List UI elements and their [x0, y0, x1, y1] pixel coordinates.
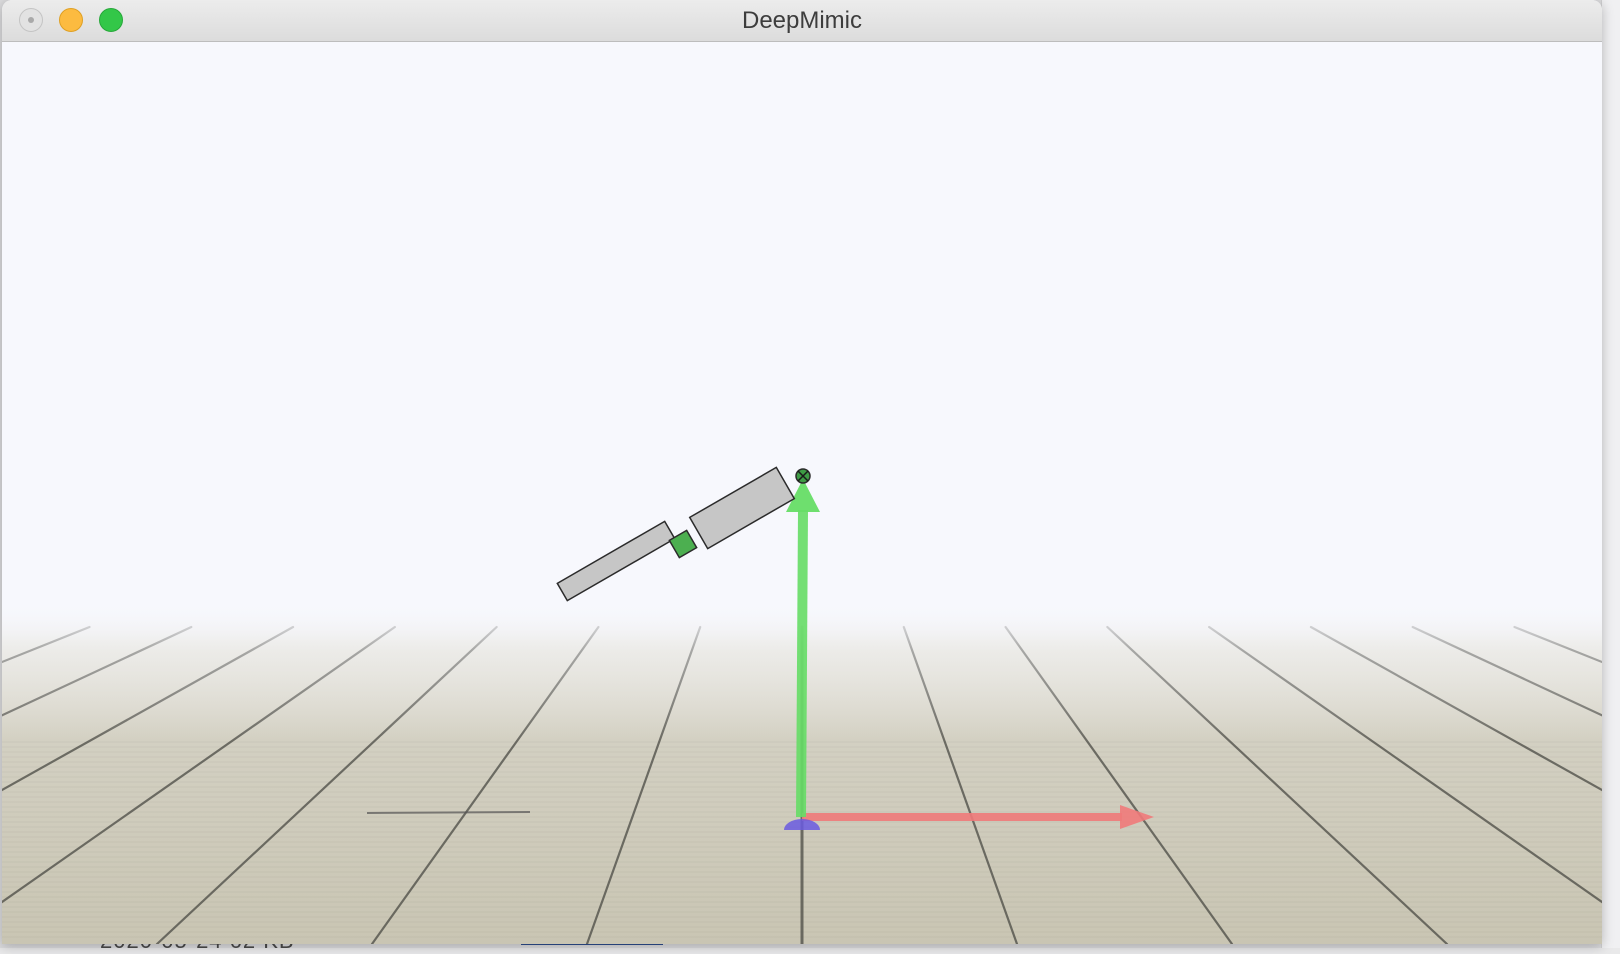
background-window-edge [1601, 0, 1620, 948]
zoom-button-icon[interactable] [99, 8, 123, 32]
close-button-icon[interactable] [19, 8, 43, 32]
y-axis [796, 509, 808, 818]
deepmimic-window: DeepMimic [2, 0, 1602, 944]
simulation-viewport[interactable] [2, 42, 1602, 944]
window-title: DeepMimic [741, 7, 863, 34]
minimize-button-icon[interactable] [59, 8, 83, 32]
floor-shadow-line [366, 811, 531, 814]
title-bar[interactable]: DeepMimic [2, 0, 1602, 42]
